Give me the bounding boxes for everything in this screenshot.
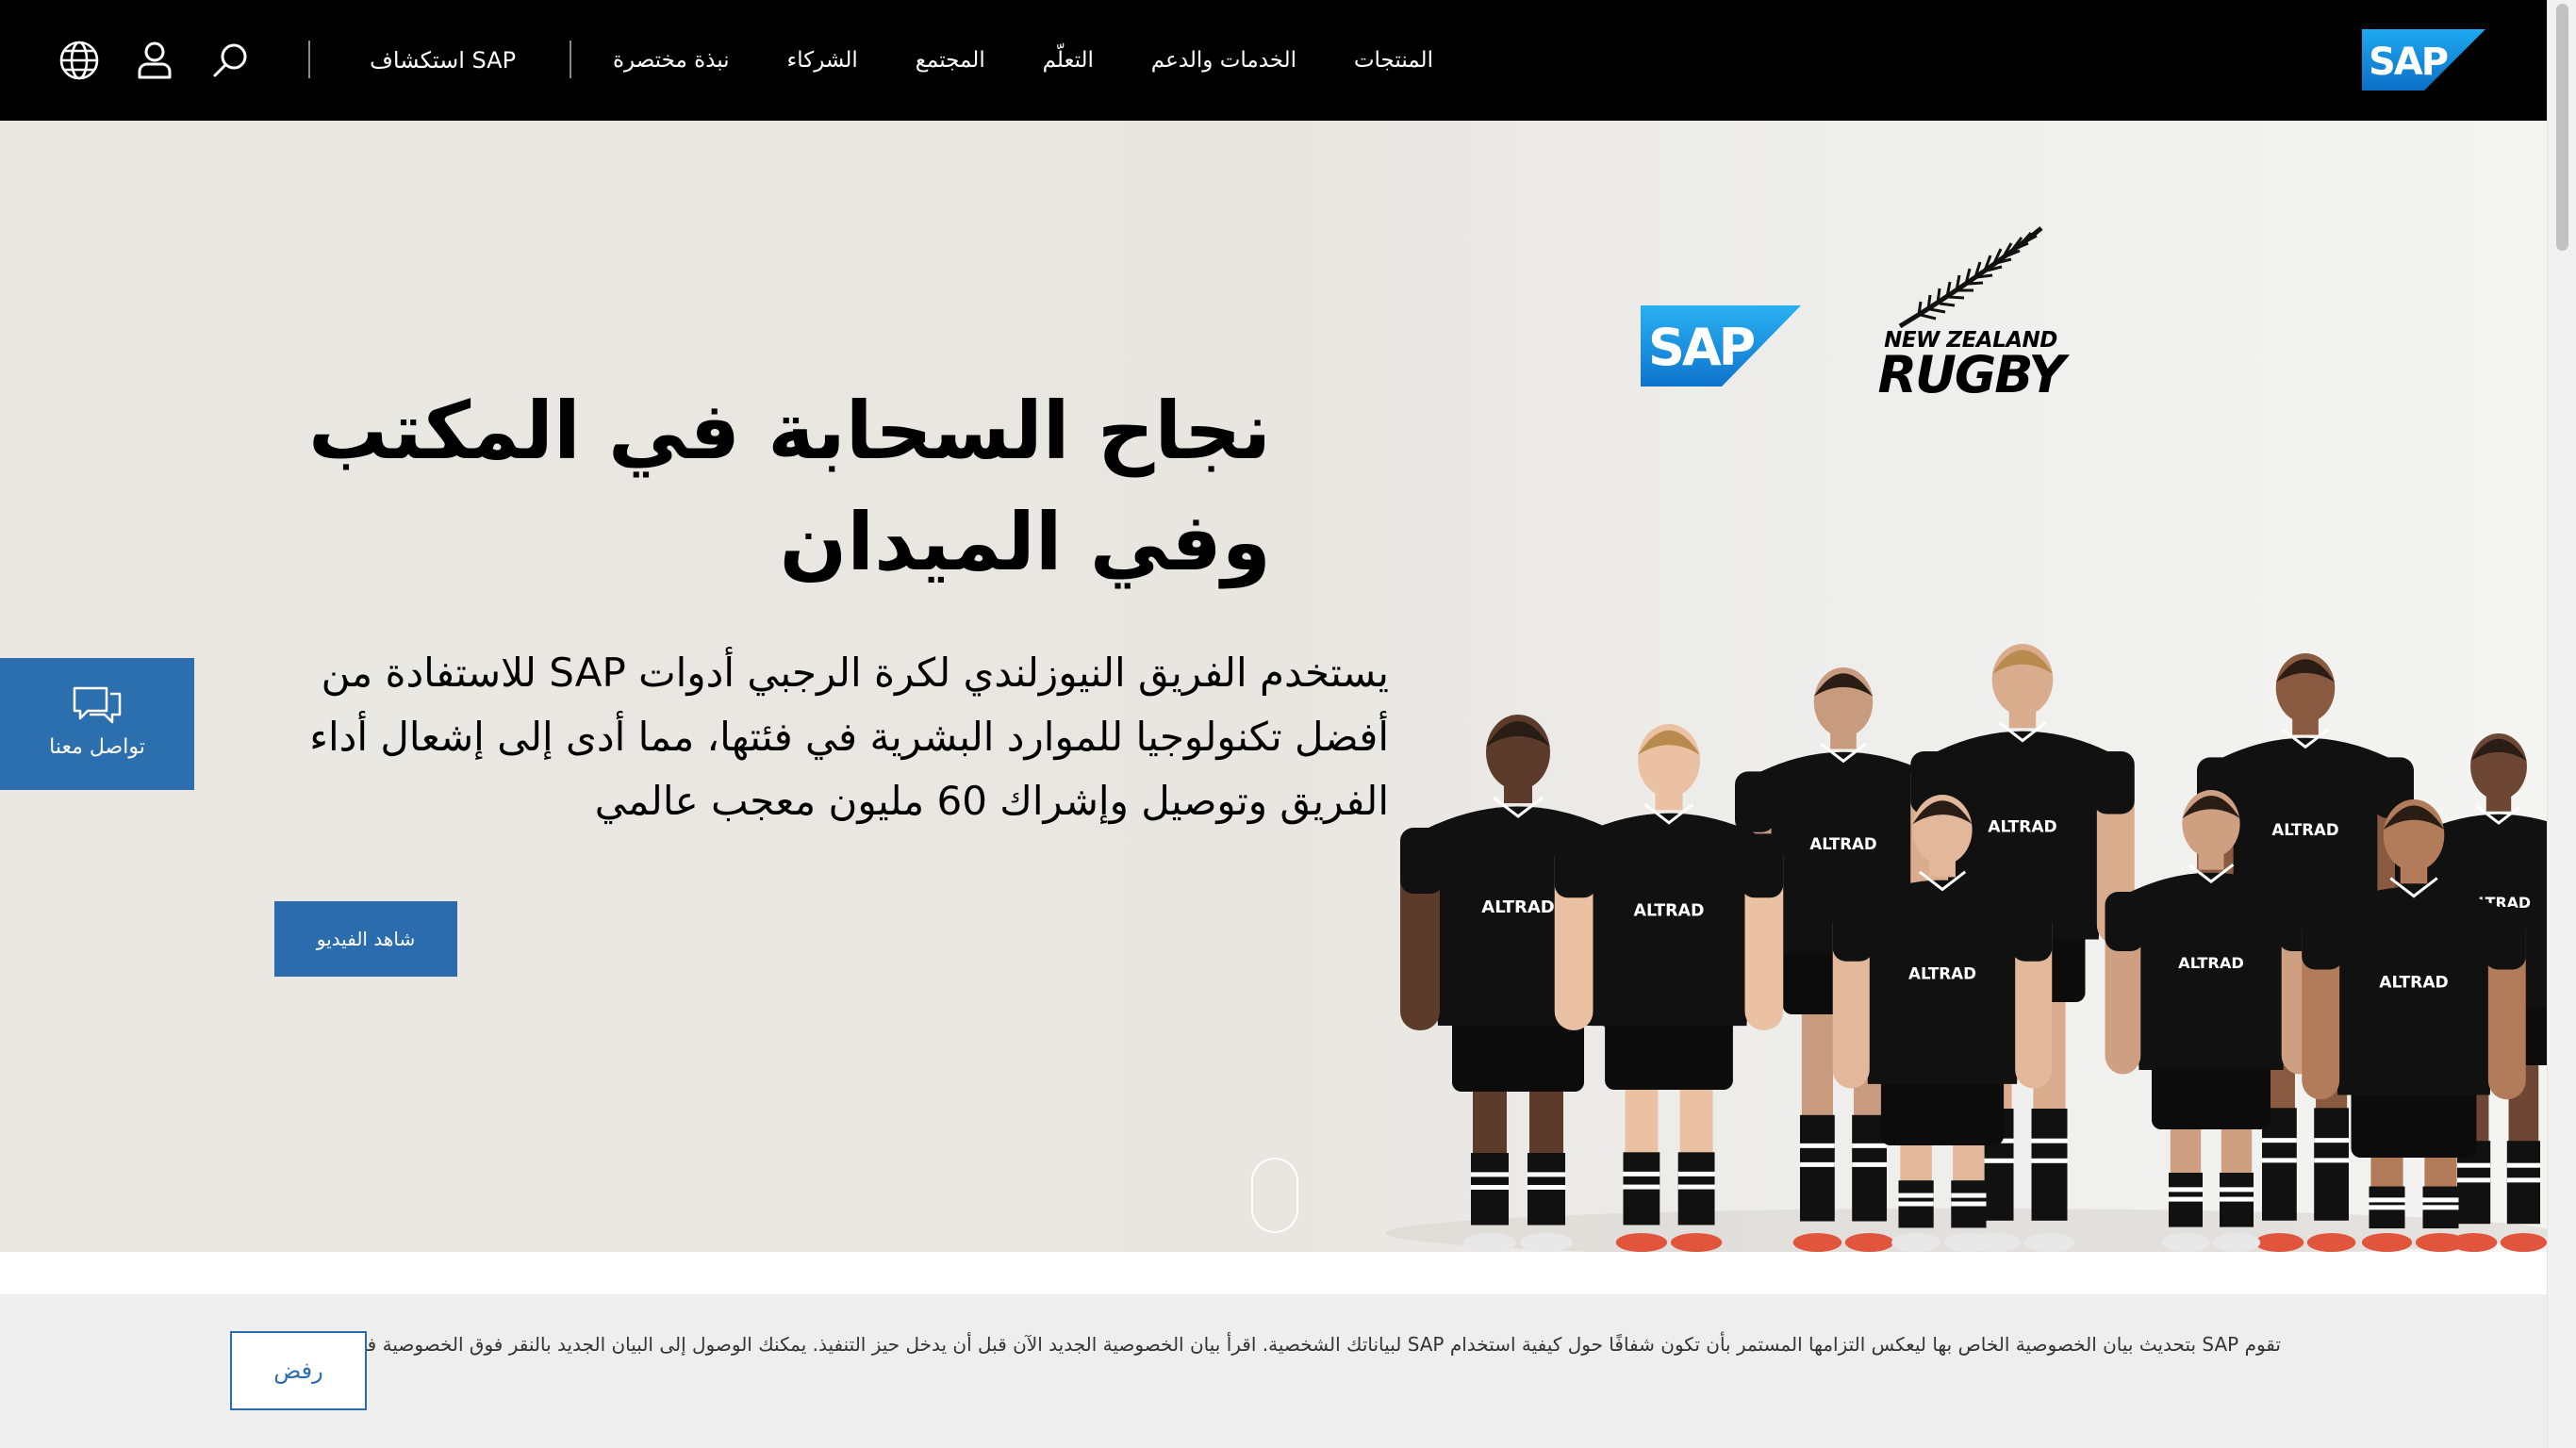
hero-banner: نجاح السحابة في المكتب وفي الميدان يستخد… <box>0 121 2547 1252</box>
explore-sap-link[interactable]: استكشاف SAP <box>370 0 516 121</box>
jersey-sponsor-text: ALTRAD <box>2178 954 2244 972</box>
jersey-sponsor-text: ALTRAD <box>1809 835 1876 853</box>
silver-fern-icon <box>1898 226 2043 328</box>
jersey-sponsor-text: ALTRAD <box>1988 818 2057 837</box>
rugby-team-photo: ALTRAD ALTRAD ALTRAD ALTRAD ALTRAD ALTRAD ALTR… <box>1367 422 2547 1252</box>
watch-video-button[interactable]: شاهد الفيديو <box>274 901 457 977</box>
nav-divider <box>308 41 310 78</box>
jersey-sponsor-text: ALTRAD <box>1633 902 1704 921</box>
decline-button[interactable]: رفض <box>230 1331 367 1410</box>
chat-bubbles-icon <box>73 686 122 724</box>
jersey-sponsor-text: ALTRAD <box>2379 974 2449 993</box>
nav-item-learning[interactable]: التعلّم <box>1043 48 1094 73</box>
nav-item-products[interactable]: المنتجات <box>1354 48 1433 73</box>
scroll-down-indicator[interactable] <box>1251 1158 1298 1233</box>
nav-item-partners[interactable]: الشركاء <box>786 48 857 73</box>
nzr-logo-line2: RUGBY <box>1877 345 2065 404</box>
nav-divider <box>570 41 571 78</box>
top-navigation-bar: SAP المنتجات الخدمات والدعم التعلّم المج… <box>0 0 2547 121</box>
hero-sap-logo: SAP <box>1641 305 1801 387</box>
nav-item-about[interactable]: نبذة مختصرة <box>613 48 730 73</box>
nav-item-services-support[interactable]: الخدمات والدعم <box>1151 48 1296 73</box>
privacy-notice-text: تقوم SAP بتحديث بيان الخصوصية الخاص بها … <box>293 1333 2281 1356</box>
user-icon[interactable] <box>132 38 177 83</box>
jersey-sponsor-text: ALTRAD <box>1481 897 1554 917</box>
sap-logo-text: SAP <box>2369 41 2448 84</box>
jersey-sponsor-text: ALTRAD <box>2271 821 2338 839</box>
globe-icon[interactable] <box>57 38 102 83</box>
contact-us-tab[interactable]: تواصل معنا <box>0 658 194 790</box>
new-zealand-rugby-logo: NEW ZEALAND RUGBY <box>1862 224 2079 413</box>
sap-logo[interactable]: SAP <box>2362 29 2485 90</box>
privacy-notice-banner <box>0 1294 2547 1448</box>
jersey-sponsor-text: ALTRAD <box>1908 963 1976 982</box>
hero-subtitle: يستخدم الفريق النيوزلندي لكرة الرجبي أدو… <box>309 650 1389 824</box>
hero-title: نجاح السحابة في المكتب وفي الميدان <box>308 385 1271 588</box>
nav-item-community[interactable]: المجتمع <box>916 48 985 73</box>
scrollbar-thumb[interactable] <box>2556 4 2568 251</box>
search-icon[interactable] <box>207 38 253 83</box>
main-nav: المنتجات الخدمات والدعم التعلّم المجتمع … <box>613 0 1433 121</box>
contact-us-label: تواصل معنا <box>49 735 145 759</box>
hero-sap-logo-text: SAP <box>1648 318 1755 377</box>
